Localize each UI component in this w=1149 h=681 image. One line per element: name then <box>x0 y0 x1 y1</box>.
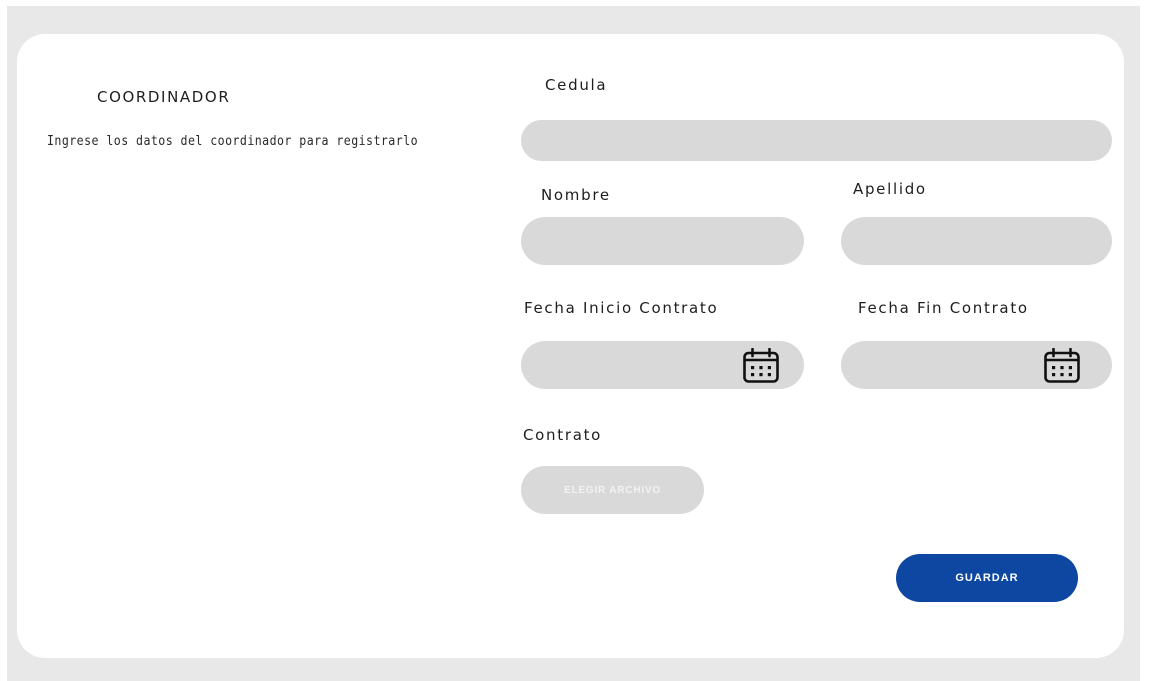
nombre-input[interactable] <box>521 217 804 265</box>
cedula-input[interactable] <box>521 120 1112 161</box>
apellido-input[interactable] <box>841 217 1112 265</box>
nombre-label: Nombre <box>541 186 611 204</box>
save-button[interactable]: GUARDAR <box>896 554 1078 602</box>
cedula-label: Cedula <box>545 76 608 94</box>
contrato-label: Contrato <box>523 426 603 444</box>
fecha-inicio-label: Fecha Inicio Contrato <box>524 299 719 317</box>
page-title: COORDINADOR <box>97 88 231 106</box>
calendar-icon[interactable] <box>1043 348 1081 384</box>
choose-file-button[interactable]: ELEGIR ARCHIVO <box>521 466 704 514</box>
calendar-icon[interactable] <box>742 348 780 384</box>
apellido-label: Apellido <box>853 180 927 198</box>
page-subtitle: Ingrese los datos del coordinador para r… <box>47 133 418 149</box>
fecha-fin-label: Fecha Fin Contrato <box>858 299 1029 317</box>
